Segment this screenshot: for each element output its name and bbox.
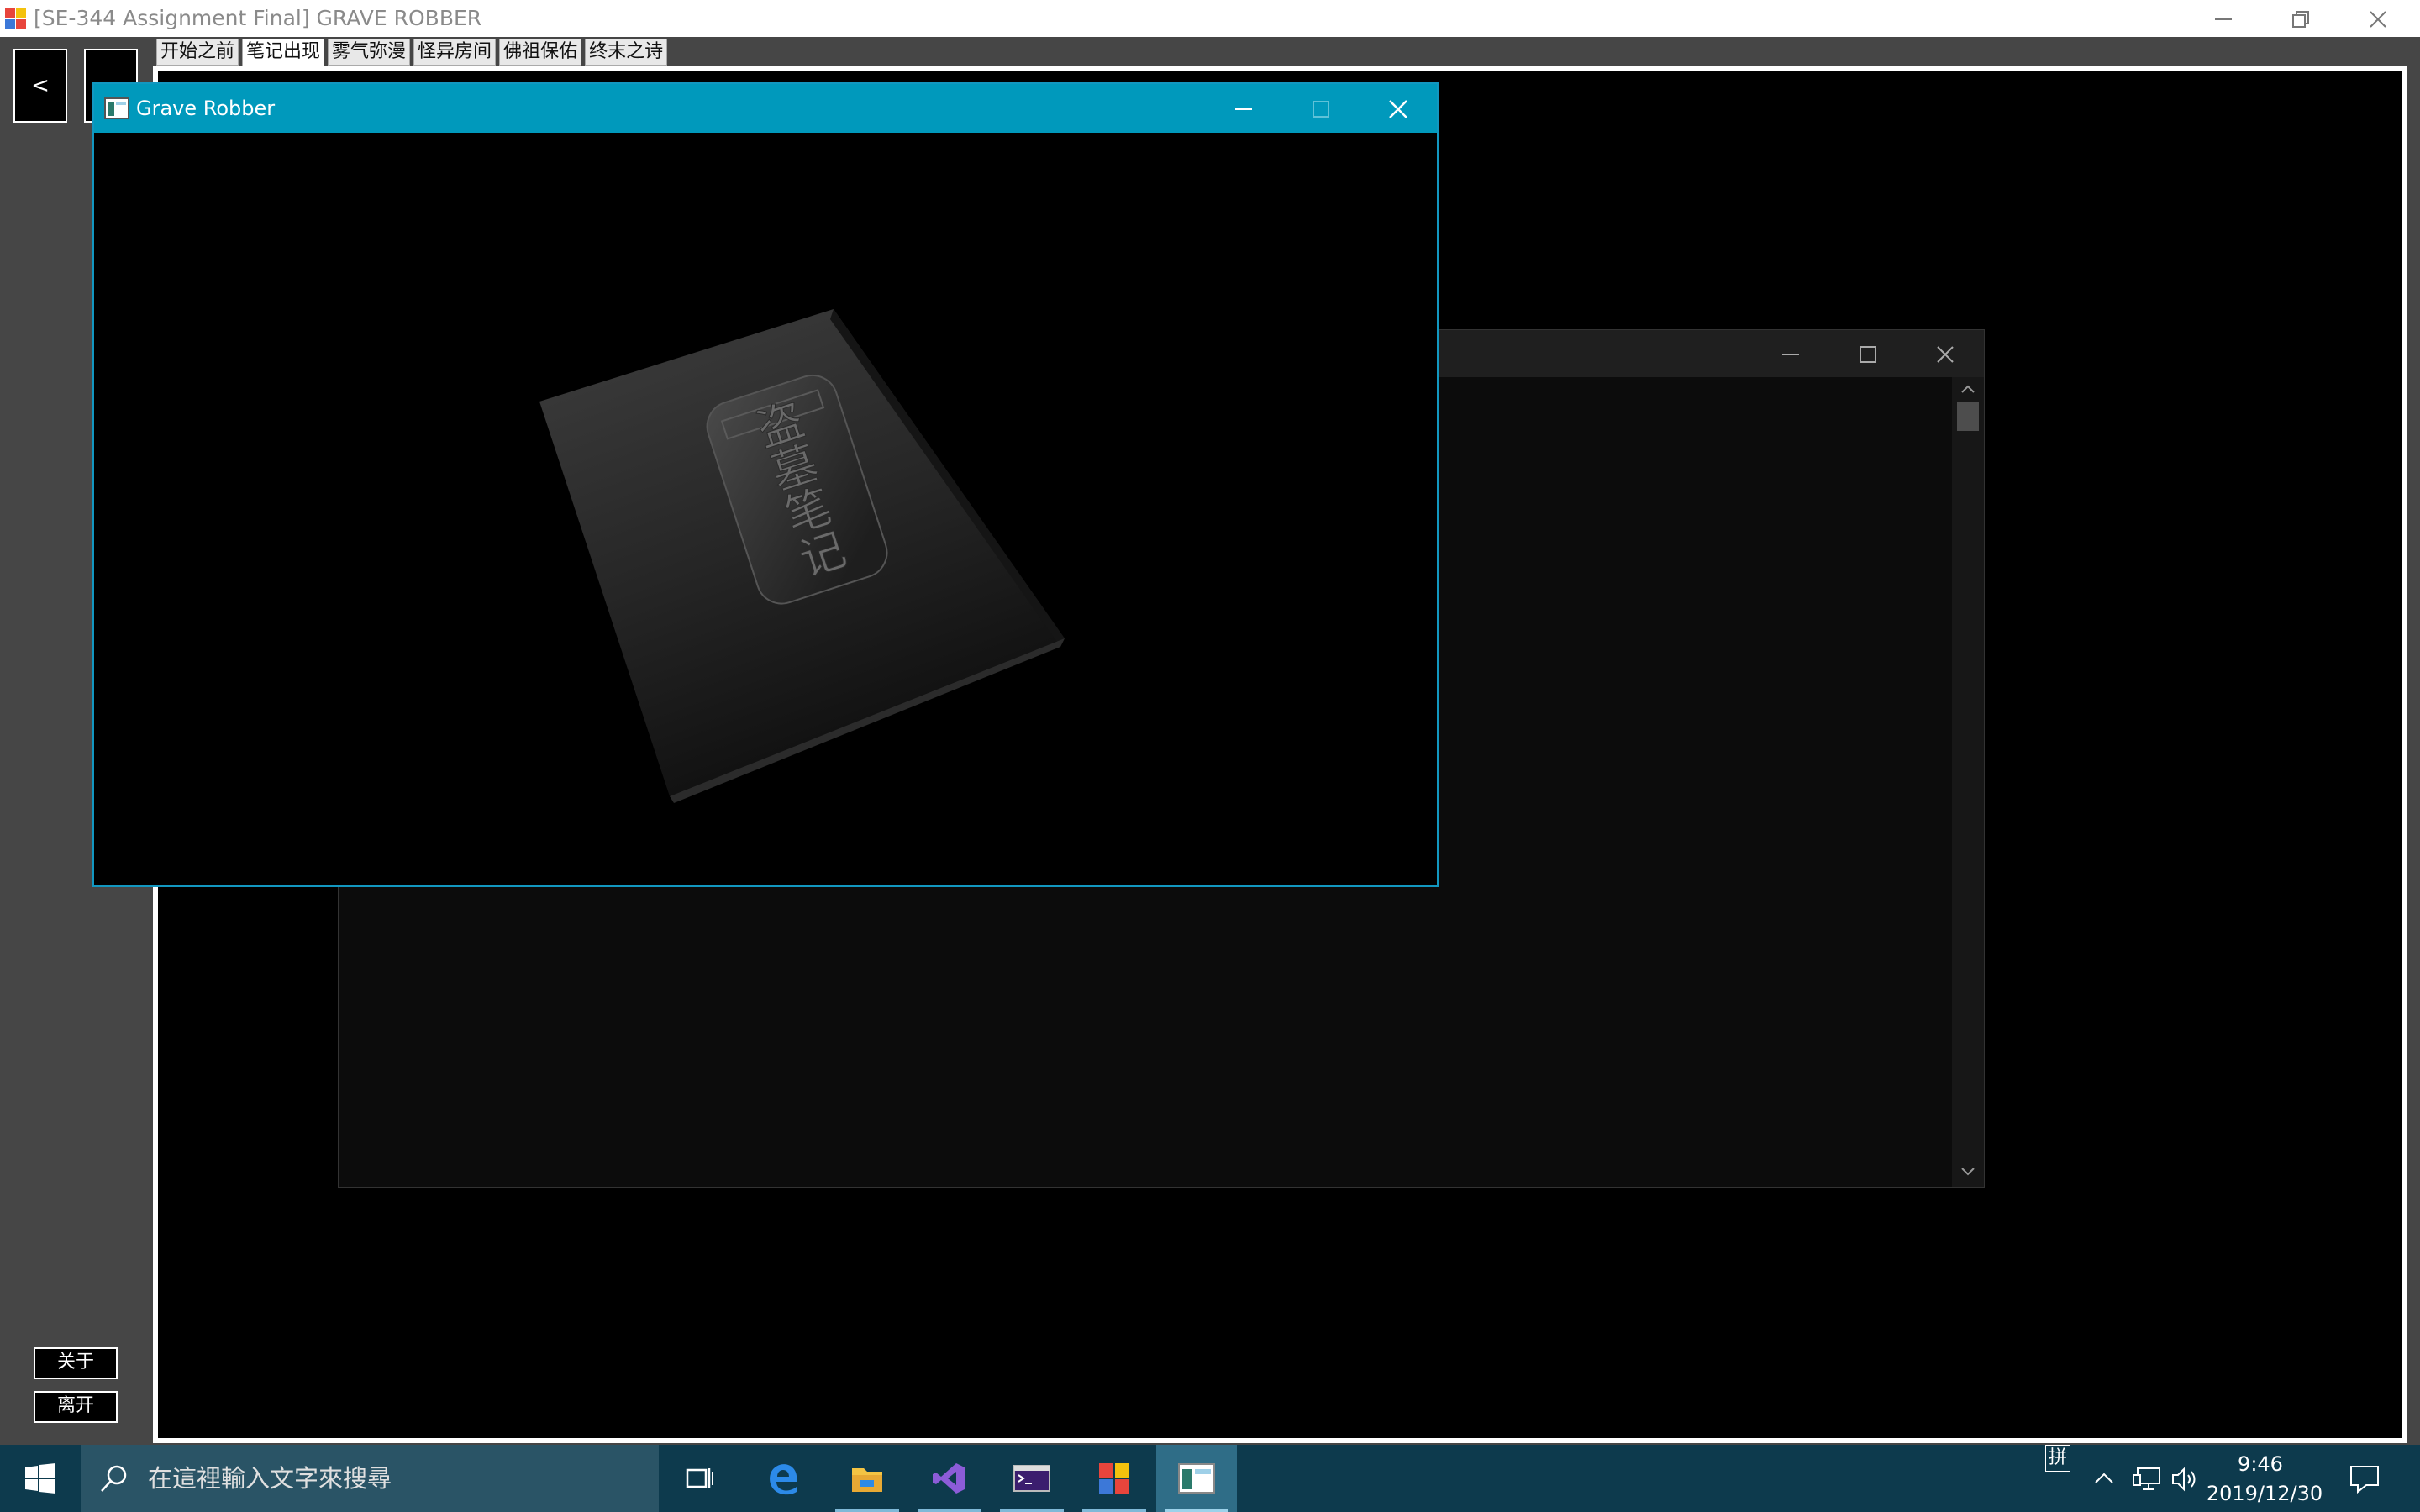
game-window-title: Grave Robber [136, 97, 276, 120]
file-explorer-icon [852, 1468, 882, 1492]
main-app-window: [SE-344 Assignment Final] GRAVE ROBBER <… [0, 0, 2420, 1445]
tab-fog[interactable]: 雾气弥漫 [328, 39, 411, 66]
minimize-icon [1235, 108, 1252, 110]
restore-icon [2292, 11, 2309, 28]
network-icon[interactable] [2133, 1467, 2161, 1492]
scroll-down-icon[interactable] [1960, 1167, 1975, 1177]
minimize-icon [2215, 18, 2232, 20]
edge-button[interactable] [743, 1445, 823, 1512]
main-titlebar[interactable]: [SE-344 Assignment Final] GRAVE ROBBER [0, 0, 2420, 37]
about-button[interactable]: 关于 [34, 1347, 118, 1379]
console-button[interactable] [992, 1445, 1072, 1512]
task-view-icon [686, 1468, 713, 1488]
search-placeholder: 在這裡輸入文字來搜尋 [148, 1464, 392, 1493]
tab-buddha-bless[interactable]: 佛祖保佑 [499, 39, 582, 66]
clock-time[interactable]: 9:46 [2210, 1450, 2311, 1478]
console-icon [1013, 1465, 1050, 1492]
clock-date[interactable]: 2019/12/30 [2202, 1480, 2328, 1507]
tab-note-appears[interactable]: 笔记出现 [242, 39, 325, 66]
visual-studio-icon [933, 1463, 965, 1494]
grave-robber-app-icon [1178, 1463, 1215, 1494]
start-button[interactable] [0, 1445, 81, 1512]
window-title: [SE-344 Assignment Final] GRAVE ROBBER [34, 6, 482, 30]
edge-icon [770, 1464, 797, 1495]
console-maximize-button[interactable] [1829, 330, 1907, 377]
tab-strange-room[interactable]: 怪异房间 [413, 39, 497, 66]
taskbar: 在這裡輸入文字來搜尋 拼 9:46 2019/12/30 [0, 1445, 2420, 1512]
task-view-button[interactable] [659, 1445, 739, 1512]
paint-app-icon [1099, 1463, 1129, 1494]
game-minimize-button[interactable] [1205, 84, 1282, 133]
minimize-button[interactable] [2185, 0, 2262, 37]
scroll-thumb[interactable] [1957, 402, 1979, 431]
file-explorer-button[interactable] [827, 1445, 908, 1512]
notification-icon[interactable] [2349, 1465, 2380, 1494]
game-canvas[interactable]: 盗墓笔记 [94, 133, 1437, 885]
back-button[interactable]: < [13, 49, 67, 123]
tab-before-start[interactable]: 开始之前 [156, 39, 239, 66]
visual-studio-button[interactable] [909, 1445, 990, 1512]
close-icon [1389, 99, 1407, 118]
maximize-icon [1313, 100, 1329, 118]
close-icon [1937, 346, 1954, 363]
exit-button[interactable]: 离开 [34, 1391, 118, 1423]
taskbar-search-box[interactable]: 在這裡輸入文字來搜尋 [81, 1445, 659, 1512]
game-maximize-button[interactable] [1282, 84, 1360, 133]
console-minimize-button[interactable] [1752, 330, 1829, 377]
tab-final-poem[interactable]: 终末之诗 [585, 39, 668, 66]
game-titlebar[interactable]: Grave Robber [94, 84, 1437, 133]
app-logo-icon [5, 8, 27, 30]
close-icon [2370, 11, 2386, 28]
game-close-button[interactable] [1360, 84, 1437, 133]
maximize-icon [1860, 346, 1876, 363]
search-icon [101, 1465, 127, 1492]
game-window: Grave Robber 盗墓笔记 [92, 82, 1439, 887]
app-window-icon [104, 97, 129, 119]
console-close-button[interactable] [1907, 330, 1984, 377]
speaker-icon[interactable] [2171, 1467, 2198, 1492]
grave-robber-taskbar-button[interactable] [1156, 1445, 1237, 1512]
windows-start-icon [25, 1463, 55, 1494]
restore-button[interactable] [2262, 0, 2339, 37]
close-button[interactable] [2339, 0, 2417, 37]
console-scrollbar[interactable] [1952, 377, 1984, 1187]
ime-indicator[interactable]: 拼 [2045, 1445, 2070, 1472]
book-3d-render: 盗墓笔记 [539, 309, 1065, 803]
tab-strip: 开始之前 笔记出现 雾气弥漫 怪异房间 佛祖保佑 终末之诗 [156, 39, 671, 66]
paint-app-button[interactable] [1074, 1445, 1155, 1512]
chevron-up-icon[interactable] [2094, 1470, 2114, 1487]
scroll-up-icon[interactable] [1960, 384, 1975, 394]
minimize-icon [1782, 354, 1799, 355]
